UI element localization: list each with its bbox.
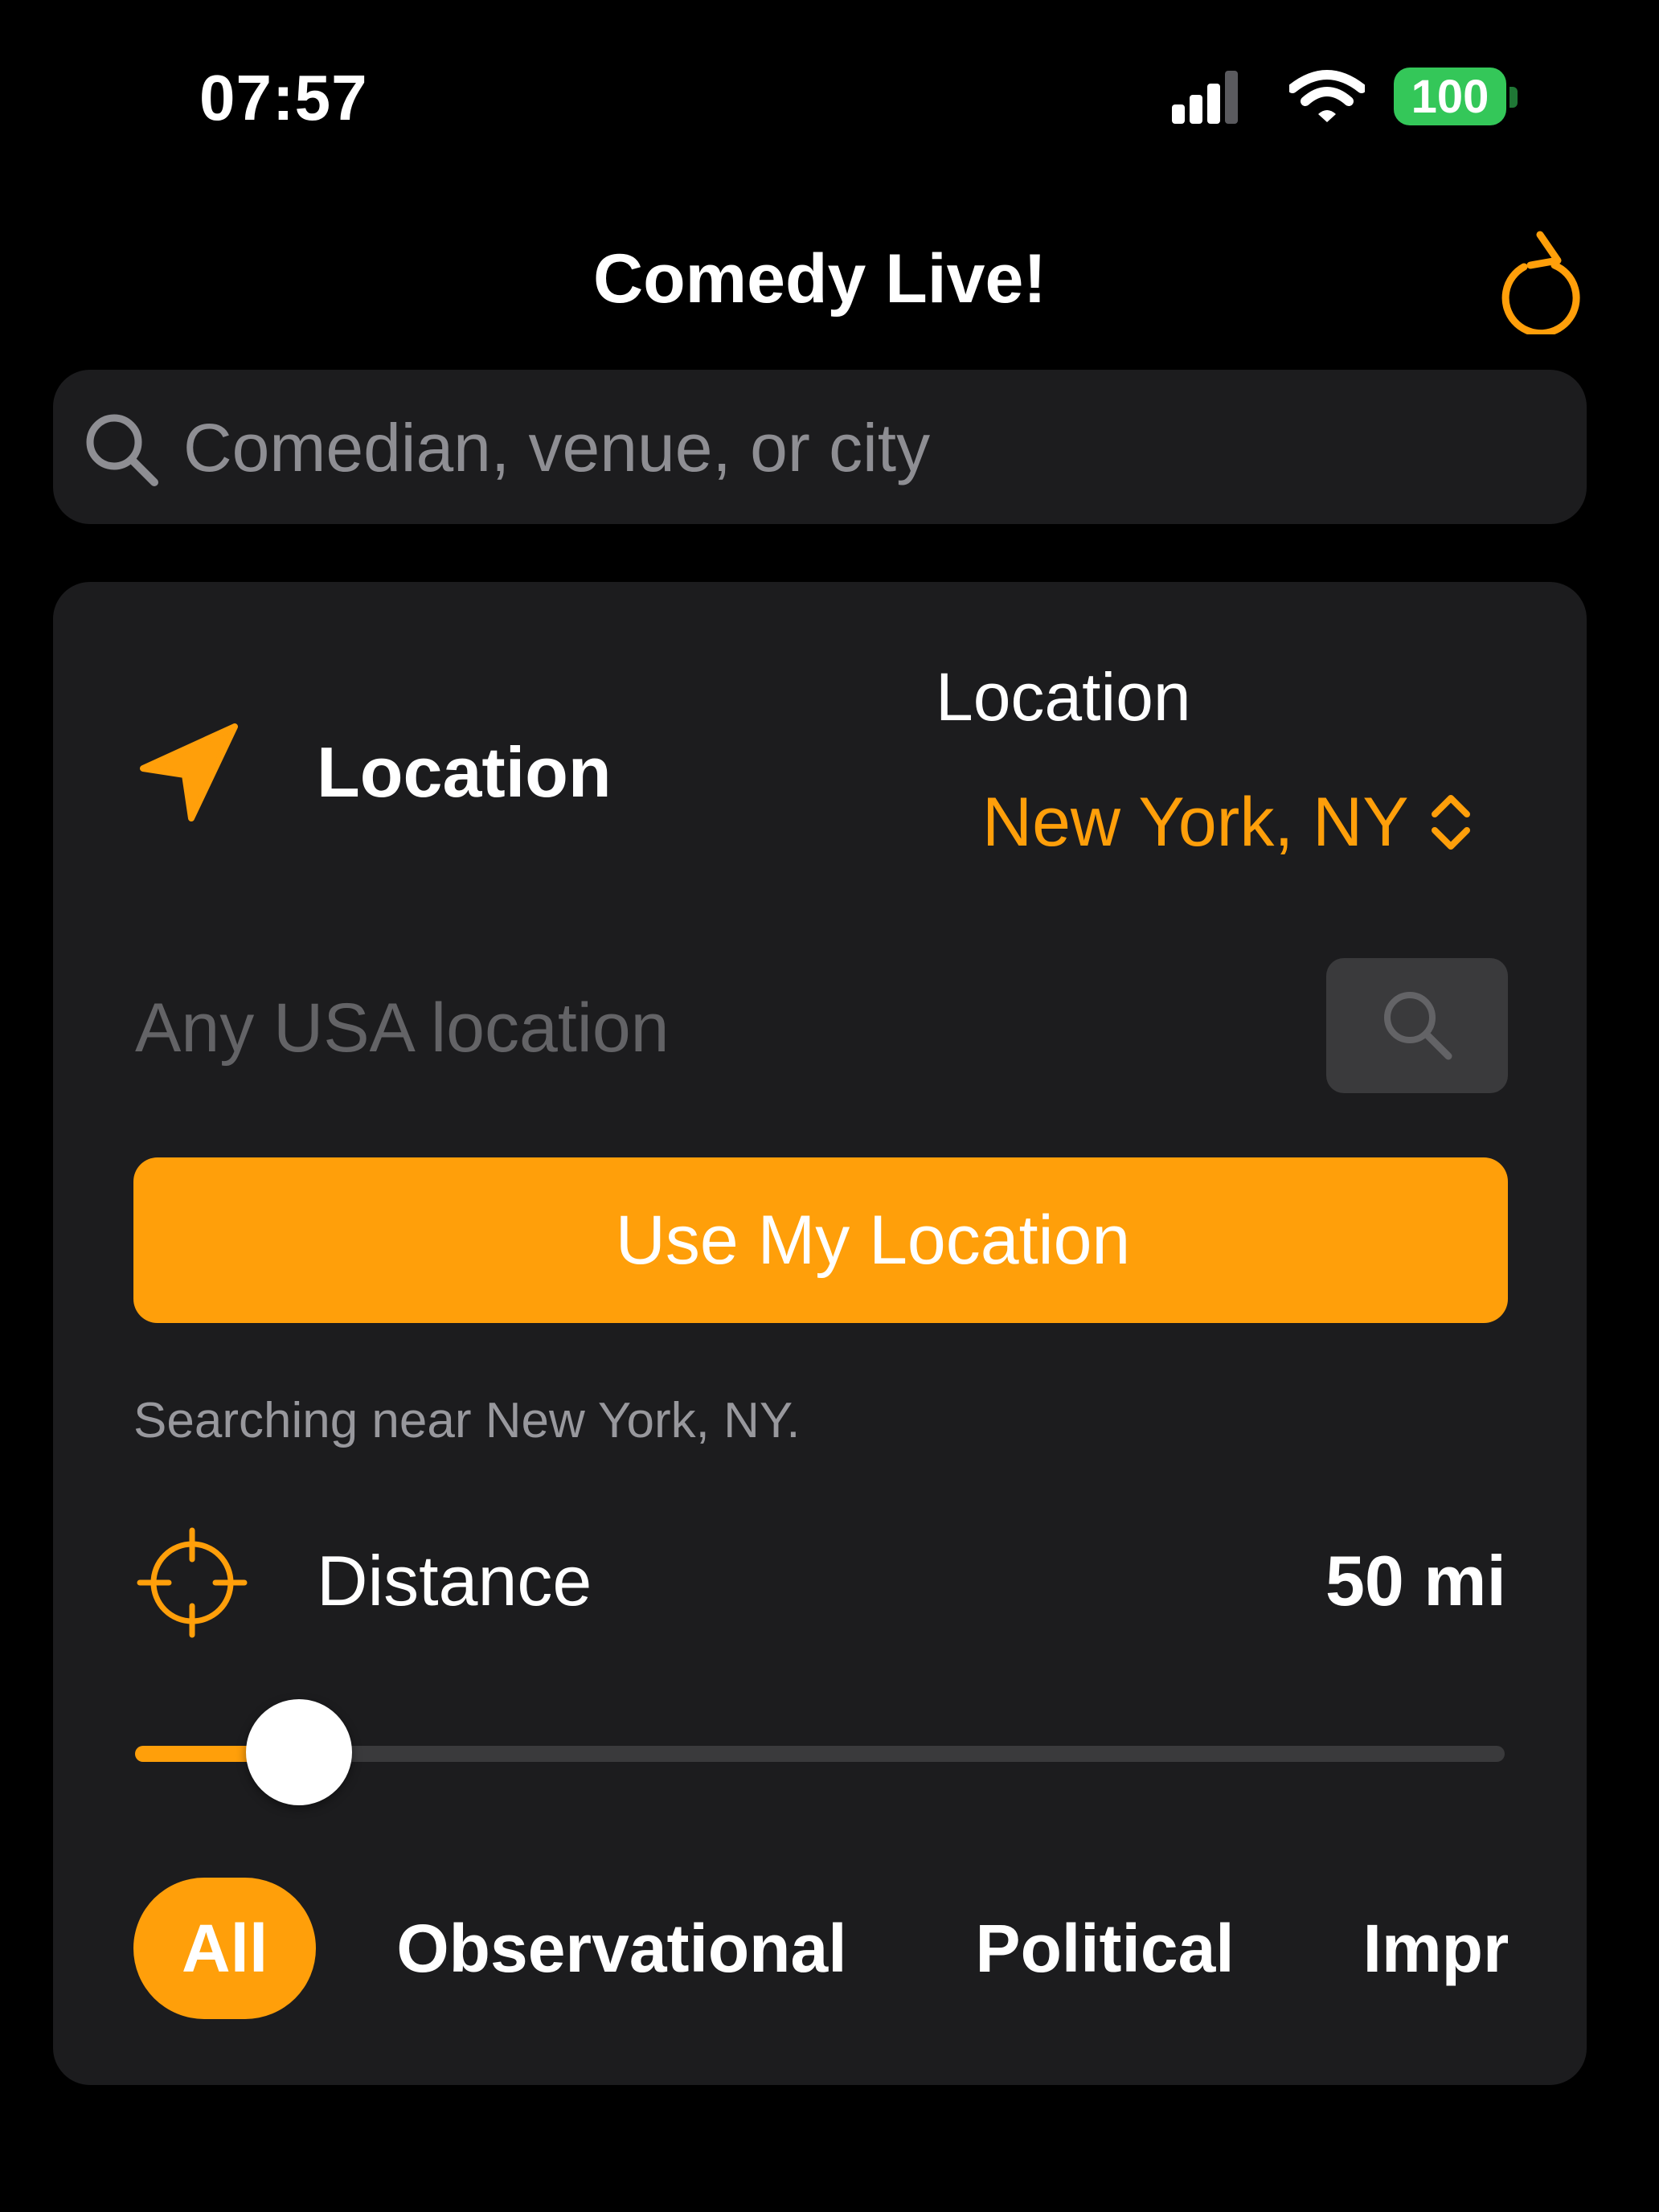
category-chip-improv[interactable]: Improv: [1363, 1878, 1508, 2019]
search-icon: [86, 414, 158, 486]
page-title: Comedy Live!: [593, 240, 1047, 317]
location-picker-label: Location: [936, 659, 1191, 735]
location-status-text: Searching near New York, NY.: [133, 1393, 801, 1448]
search-bar[interactable]: [53, 370, 1587, 524]
category-chip-all[interactable]: All: [133, 1878, 317, 2019]
category-chip-observational[interactable]: Observational: [396, 1878, 846, 2019]
cellular-signal-icon: [1172, 71, 1238, 124]
status-time: 07:57: [199, 62, 368, 133]
crosshair-icon: [137, 1527, 248, 1638]
battery-level: 100: [1394, 68, 1506, 125]
search-input[interactable]: [182, 402, 1551, 494]
use-my-location-label: Use My Location: [615, 1202, 1131, 1279]
battery-nub: [1509, 87, 1518, 108]
distance-value: 50 mi: [1325, 1541, 1506, 1620]
wifi-icon: [1289, 70, 1365, 122]
location-picker-value: New York, NY: [982, 784, 1409, 861]
battery-indicator: 100: [1394, 68, 1519, 125]
use-my-location-button[interactable]: Use My Location: [133, 1157, 1508, 1323]
category-chip-political[interactable]: Political: [976, 1878, 1235, 2019]
category-chips: All Observational Political Improv: [133, 1876, 1508, 2021]
location-arrow-icon: [140, 723, 238, 821]
search-icon: [1384, 992, 1452, 1060]
location-search-button[interactable]: [1326, 958, 1508, 1093]
distance-slider-thumb[interactable]: [246, 1699, 353, 1805]
chevron-up-down-icon: [1431, 795, 1470, 850]
refresh-icon[interactable]: [1492, 230, 1580, 334]
location-input[interactable]: [133, 971, 1310, 1085]
location-picker[interactable]: New York, NY: [982, 778, 1472, 866]
distance-label: Distance: [317, 1541, 592, 1620]
location-section-label: Location: [317, 732, 612, 812]
